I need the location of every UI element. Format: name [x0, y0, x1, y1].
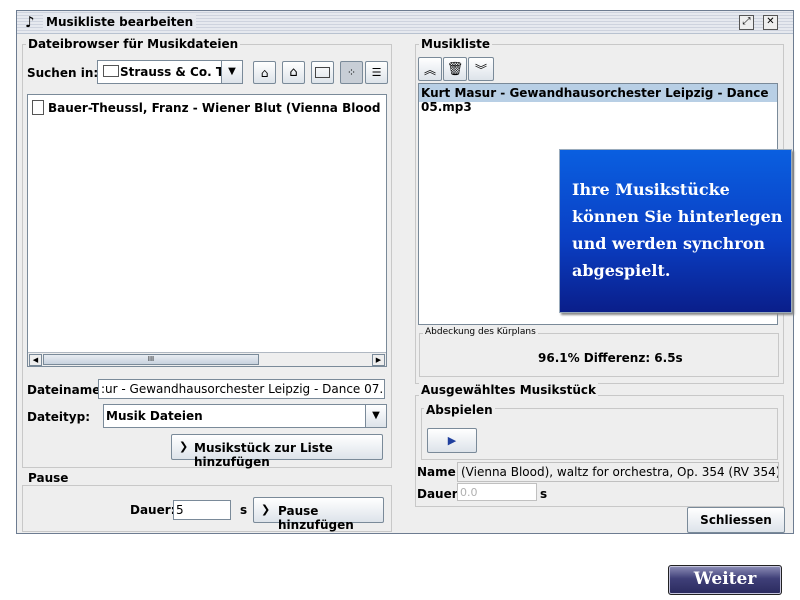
- move-up-button[interactable]: ︽: [418, 57, 442, 81]
- file-name: Bauer-Theussl, Franz - Wiener Blut (Vien…: [48, 101, 380, 115]
- add-music-label: Musikstück zur Liste hinzufügen: [194, 441, 333, 469]
- info-callout: Ihre Musikstücke können Sie hinterlegen …: [559, 149, 792, 313]
- window-title: Musikliste bearbeiten: [43, 15, 197, 29]
- maximize-icon[interactable]: ⤢: [739, 15, 754, 30]
- music-item-label: Kurt Masur - Gewandhausorchester Leipzig…: [421, 86, 769, 114]
- list-item[interactable]: Bauer-Theussl, Franz - Wiener Blut (Vien…: [30, 99, 380, 117]
- chevron-down-icon[interactable]: ▼: [221, 61, 242, 83]
- info-callout-text: Ihre Musikstücke können Sie hinterlegen …: [572, 180, 783, 280]
- file-list[interactable]: Bauer-Theussl, Franz - Wiener Blut (Vien…: [27, 94, 387, 367]
- scroll-left-icon[interactable]: ◀: [29, 354, 42, 366]
- look-in-label: Suchen in:: [27, 66, 99, 80]
- folder-up-icon: ⌂: [260, 65, 269, 80]
- filetype-dropdown[interactable]: Musik Dateien ▼: [103, 404, 387, 428]
- chevron-right-icon: ❯: [261, 503, 271, 516]
- music-note-icon: ♪: [25, 13, 35, 31]
- move-down-button[interactable]: ︾: [468, 57, 494, 81]
- track-name-field: (Vienna Blood), waltz for orchestra, Op.…: [457, 462, 779, 482]
- pause-duration-value: 5: [176, 503, 184, 517]
- track-name-label: Name:: [417, 465, 461, 479]
- pause-unit: s: [240, 503, 248, 517]
- selected-track-title: Ausgewähltes Musikstück: [419, 383, 598, 397]
- new-folder-icon: [315, 67, 330, 78]
- scroll-thumb[interactable]: III: [43, 354, 259, 365]
- new-folder-button[interactable]: [311, 61, 334, 84]
- delete-button[interactable]: 🗑: [443, 57, 467, 81]
- home-icon: ⌂: [289, 65, 298, 80]
- playback-title: Abspielen: [424, 403, 495, 417]
- list-item[interactable]: Kurt Masur - Gewandhausorchester Leipzig…: [419, 84, 777, 114]
- track-duration-field: 0.0: [457, 483, 537, 501]
- list-view-icon: ⁘: [346, 66, 357, 79]
- pause-duration-label: Dauer:: [130, 503, 176, 517]
- home-button[interactable]: ⌂: [282, 61, 305, 84]
- chevron-right-icon: ❯: [179, 440, 189, 453]
- track-duration-label: Dauer:: [417, 487, 463, 501]
- chevron-down-icon: ︾: [474, 62, 487, 77]
- coverage-text: 96.1% Differenz: 6.5s: [538, 351, 683, 365]
- pause-title: Pause: [26, 471, 71, 485]
- coverage-title: Abdeckung des Kürplans: [423, 327, 538, 337]
- track-duration-unit: s: [540, 487, 548, 501]
- close-window-icon[interactable]: ✕: [763, 15, 778, 30]
- details-view-icon: ☰: [371, 66, 382, 79]
- close-button[interactable]: Schliessen: [687, 507, 785, 533]
- folder-icon: [103, 65, 119, 77]
- list-view-button[interactable]: ⁘: [340, 61, 363, 84]
- add-music-button[interactable]: ❯ Musikstück zur Liste hinzufügen: [171, 434, 383, 469]
- details-view-button[interactable]: ☰: [365, 61, 388, 84]
- trash-icon: 🗑: [446, 61, 464, 77]
- filename-field[interactable]: :ur - Gewandhausorchester Leipzig - Danc…: [98, 379, 385, 399]
- music-list-title: Musikliste: [419, 37, 492, 51]
- filetype-label: Dateityp:: [27, 410, 90, 424]
- pause-duration-input[interactable]: 5: [173, 500, 231, 520]
- up-one-level-button[interactable]: ⌂: [253, 61, 276, 84]
- look-in-value: Strauss & Co. T...: [120, 65, 236, 79]
- add-pause-button[interactable]: ❯ Pause hinzufügen: [253, 497, 384, 532]
- scroll-right-icon[interactable]: ▶: [372, 354, 385, 366]
- play-button[interactable]: ▶: [427, 428, 477, 453]
- title-bar: ♪ Musikliste bearbeiten ⤢ ✕: [17, 11, 793, 34]
- filename-value: :ur - Gewandhausorchester Leipzig - Danc…: [101, 382, 385, 396]
- track-name-value: (Vienna Blood), waltz for orchestra, Op.…: [461, 465, 779, 479]
- file-browser-title: Dateibrowser für Musikdateien: [26, 37, 241, 51]
- next-button[interactable]: Weiter: [668, 565, 782, 595]
- filename-label: Dateiname:: [27, 383, 106, 397]
- horizontal-scrollbar[interactable]: ◀ III ▶: [28, 352, 386, 366]
- add-pause-label: Pause hinzufügen: [278, 504, 354, 532]
- track-duration-placeholder: 0.0: [460, 486, 478, 499]
- look-in-dropdown[interactable]: Strauss & Co. T... ▼: [97, 60, 243, 84]
- chevron-down-icon[interactable]: ▼: [365, 405, 386, 427]
- file-icon: [32, 100, 44, 115]
- chevron-up-icon: ︽: [423, 62, 436, 77]
- filetype-value: Musik Dateien: [106, 409, 203, 423]
- play-icon: ▶: [447, 434, 457, 447]
